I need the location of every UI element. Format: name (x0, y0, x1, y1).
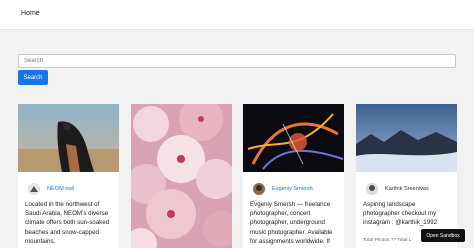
search-button[interactable]: Search (18, 70, 48, 85)
open-sandbox-button[interactable]: Open Sandbox (421, 229, 465, 242)
author-name[interactable]: Evgeniy Smersh (272, 186, 313, 192)
top-navbar: Home (0, 0, 474, 30)
avatar[interactable] (28, 183, 40, 195)
author-bio: Aspiring landscape photographer checkout… (363, 201, 438, 227)
author-bio: Evgeniy Smersh — freelance photographer,… (250, 201, 333, 245)
card-photo[interactable] (18, 104, 119, 172)
card-photo[interactable] (356, 104, 457, 172)
photo-card[interactable]: NEOM null Located in the northwest of Sa… (18, 104, 119, 248)
photo-card[interactable] (131, 104, 232, 248)
card-photo[interactable] (131, 104, 232, 248)
home-link[interactable]: Home (21, 10, 40, 17)
author-bio: Located in the northwest of Saudi Arabia… (25, 201, 110, 245)
card-author: Karthik Sreenivas (366, 183, 429, 195)
author-name[interactable]: Karthik Sreenivas (385, 186, 429, 192)
author-name[interactable]: NEOM null (47, 186, 74, 192)
photo-stats: Total Photos ?? Total L (363, 238, 412, 243)
search-input[interactable] (18, 54, 456, 68)
photo-card[interactable]: Evgeniy Smersh Evgeniy Smersh — freelanc… (243, 104, 344, 248)
card-author: NEOM null (28, 183, 74, 195)
card-photo[interactable] (243, 104, 344, 172)
photo-card[interactable]: Karthik Sreenivas Aspiring landscape pho… (356, 104, 457, 248)
avatar[interactable] (253, 183, 265, 195)
card-author: Evgeniy Smersh (253, 183, 313, 195)
avatar[interactable] (366, 183, 378, 195)
